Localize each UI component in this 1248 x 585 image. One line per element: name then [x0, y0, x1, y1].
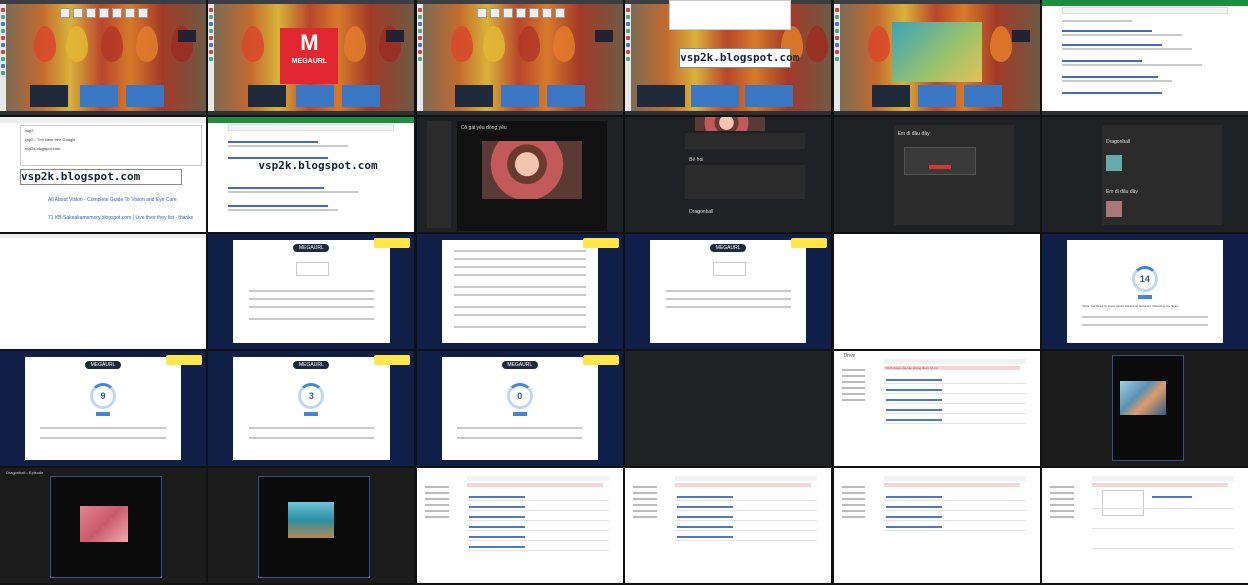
- frame-blank: [0, 234, 206, 349]
- megaurl-logo: MEGAURL: [710, 244, 747, 252]
- frame-megaurl-splash: M MEGAURL: [208, 0, 415, 115]
- frame-megaurl-page-a: MEGAURL: [208, 234, 415, 349]
- frame-dark-dialog: Em đi đâu đây: [833, 117, 1040, 232]
- blog-caption: vsp2k.blogspot.com: [679, 48, 799, 68]
- megaurl-logo: MEGAURL: [501, 361, 538, 369]
- countdown-ring: 9: [89, 383, 116, 409]
- countdown-ring: 14: [1131, 266, 1158, 292]
- suggestion[interactable]: vsp2 - Tìm kiếm trên Google: [21, 135, 201, 144]
- result-title[interactable]: All About Vision - Complete Guide To Vis…: [48, 197, 198, 203]
- frame-countdown-14: 14 What You Need To Know About Harassing…: [1041, 234, 1248, 349]
- brand-letter: M: [300, 30, 319, 55]
- search-query[interactable]: vsp2: [21, 126, 201, 135]
- context-menu[interactable]: [1101, 490, 1144, 516]
- frame-drive-1: Drive Trình duyệt của bạn không được hỗ …: [833, 351, 1040, 466]
- frame-megaurl-article: [416, 234, 623, 349]
- video-frame[interactable]: [288, 502, 335, 538]
- frame-blank-2: [833, 234, 1040, 349]
- dialog[interactable]: [903, 147, 976, 175]
- megaurl-logo: M MEGAURL: [280, 28, 339, 84]
- screenshot-grid: M MEGAURL vsp2k.blogspot.com vsp2 vsp2 -…: [0, 0, 1248, 585]
- brand-name: MEGAURL: [291, 58, 328, 65]
- frame-drive-2: [416, 468, 623, 583]
- article-heading: What You Need To Know About Harassing Be…: [1082, 304, 1179, 308]
- drive-search[interactable]: [883, 359, 1026, 364]
- megaurl-logo: MEGAURL: [293, 244, 330, 252]
- video-preview[interactable]: [891, 22, 982, 82]
- blog-caption: vsp2k.blogspot.com: [20, 169, 182, 185]
- continue-button[interactable]: [512, 412, 527, 416]
- drive-title: Drive: [843, 353, 856, 359]
- frame-search-results: [1041, 0, 1248, 115]
- frame-countdown-0: MEGAURL 0: [416, 351, 623, 466]
- weather-widget: [178, 30, 196, 42]
- frame-dark-blank: [625, 351, 832, 466]
- address-bar[interactable]: [1061, 7, 1228, 14]
- frame-countdown-3: MEGAURL 3: [208, 351, 415, 466]
- megaurl-logo: MEGAURL: [84, 361, 121, 369]
- countdown-ring: 3: [298, 383, 325, 409]
- continue-button[interactable]: [1137, 295, 1152, 299]
- frame-newtab-1: [0, 0, 206, 115]
- video-frame[interactable]: [1119, 381, 1166, 415]
- frame-player-2: Dragonball - Episode: [0, 468, 206, 583]
- frame-dark-modal: Cô gái yêu đồng yêu: [416, 117, 623, 232]
- player-title: Dragonball - Episode: [6, 470, 44, 475]
- search-dropdown[interactable]: vsp2 vsp2 - Tìm kiếm trên Google vsp2k.b…: [20, 125, 202, 166]
- shortcut-tiles[interactable]: [60, 8, 148, 18]
- modal[interactable]: Cô gái yêu đồng yêu: [456, 121, 607, 231]
- section-title: Em đi đâu đây: [897, 131, 930, 137]
- news-card[interactable]: [80, 85, 118, 107]
- notice-banner[interactable]: [374, 238, 411, 248]
- drive-sidebar[interactable]: [841, 365, 876, 405]
- dialog-button[interactable]: [928, 165, 951, 169]
- suggestion[interactable]: vsp2k.blogspot.com: [21, 144, 201, 153]
- news-card[interactable]: [30, 85, 68, 107]
- video-frame[interactable]: [80, 506, 128, 542]
- section-title: Dragonball: [689, 209, 714, 215]
- countdown-ring: 0: [506, 383, 533, 409]
- frame-newtab-3: [416, 0, 623, 115]
- continue-button[interactable]: [304, 412, 319, 416]
- section-title: Dragonball: [1105, 139, 1131, 145]
- news-card[interactable]: [126, 85, 164, 107]
- frame-search-dropdown: vsp2 vsp2 - Tìm kiếm trên Google vsp2k.b…: [0, 117, 206, 232]
- frame-drive-4: [833, 468, 1040, 583]
- frame-dark-feed: Bé hoi Dragonball: [625, 117, 832, 232]
- blog-caption: vsp2k.blogspot.com: [258, 159, 378, 172]
- section-title: Bé hoi: [689, 157, 704, 163]
- drive-warning: Trình duyệt của bạn không được hỗ trợ: [885, 366, 938, 370]
- frame-megaurl-page-b: MEGAURL: [625, 234, 832, 349]
- continue-button[interactable]: [95, 412, 110, 416]
- frame-blog-overlay: vsp2k.blogspot.com: [625, 0, 832, 115]
- frame-dark-list: Dragonball Em đi đâu đây: [1041, 117, 1248, 232]
- frame-player-3: [208, 468, 415, 583]
- megaurl-logo: MEGAURL: [293, 361, 330, 369]
- modal-title: Cô gái yêu đồng yêu: [460, 125, 507, 131]
- browser-tabbar[interactable]: [1041, 0, 1248, 6]
- result-title[interactable]: 71 KB Sakeakamemory.blogspot.com | Live …: [48, 215, 198, 221]
- frame-drive-3: [625, 468, 832, 583]
- frame-newtab-video: [833, 0, 1040, 115]
- modal-image: [481, 141, 582, 199]
- frame-search-page-2: vsp2k.blogspot.com: [208, 117, 415, 232]
- frame-countdown-9: MEGAURL 9: [0, 351, 206, 466]
- frame-player-1: [1041, 351, 1248, 466]
- section-title: Em đi đâu đây: [1105, 189, 1138, 195]
- address-suggestions[interactable]: [669, 0, 792, 30]
- frame-drive-5: [1041, 468, 1248, 583]
